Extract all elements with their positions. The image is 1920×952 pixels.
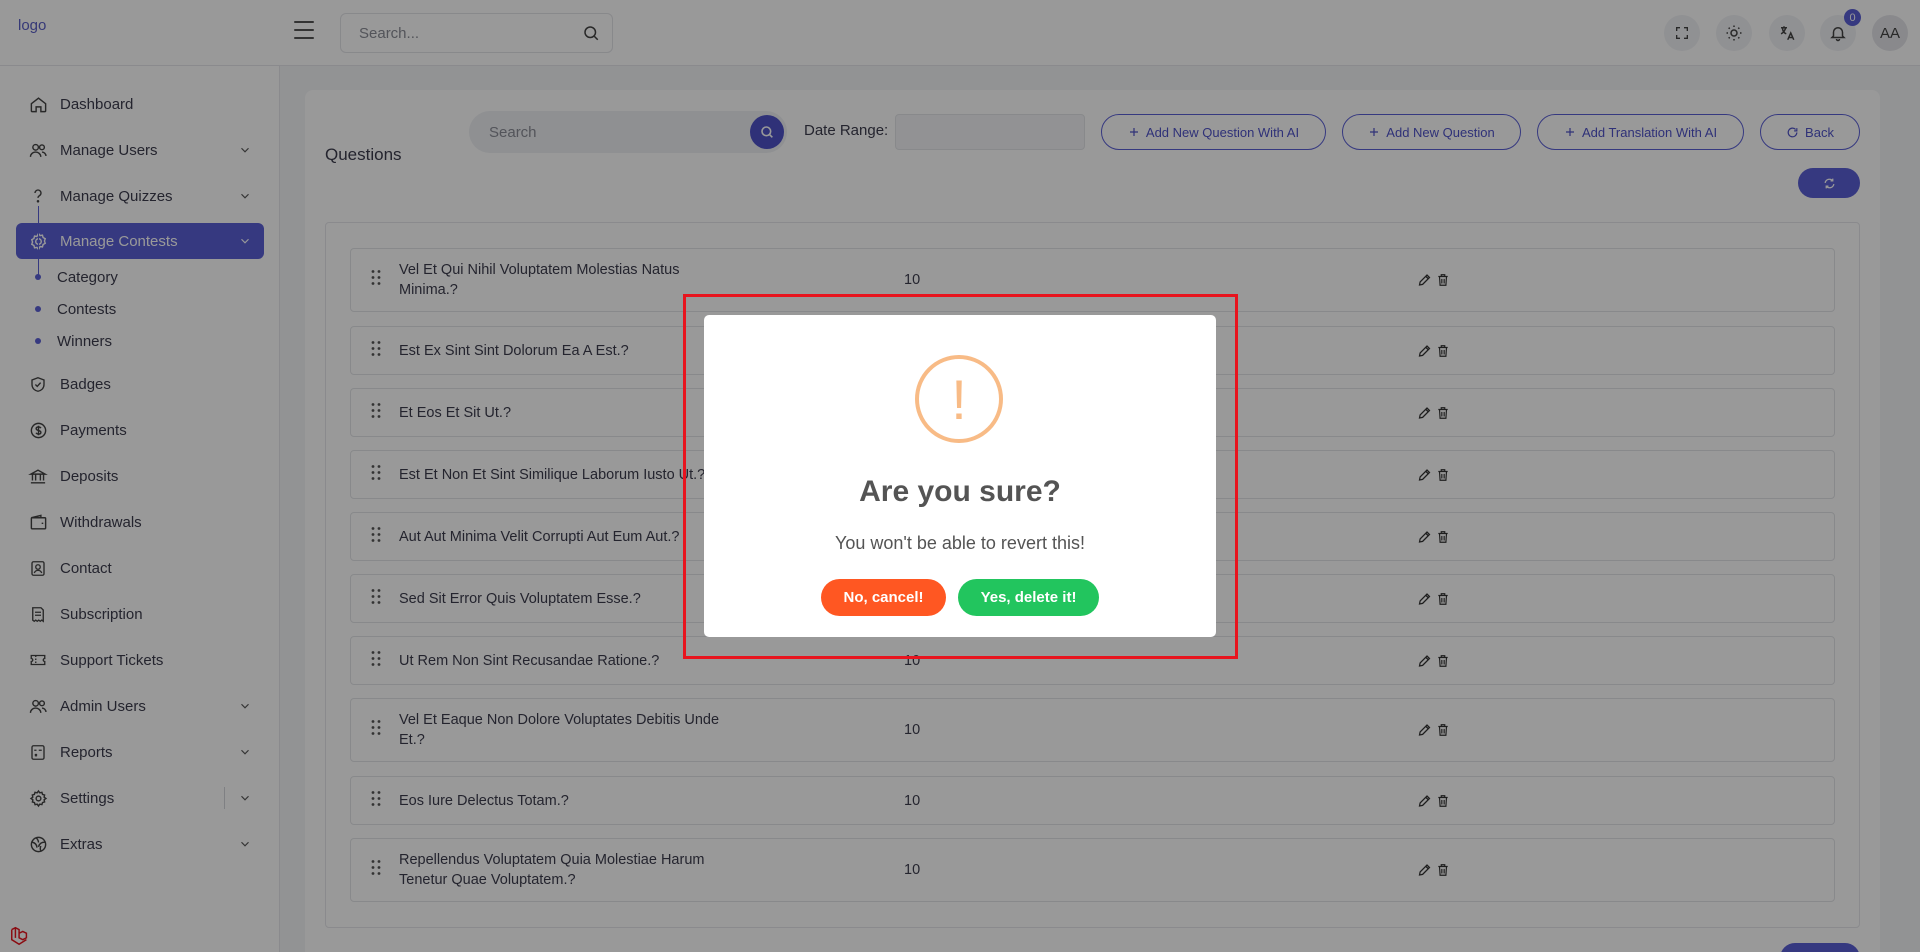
warning-icon: !	[915, 355, 1003, 443]
dialog-message: You won't be able to revert this!	[835, 533, 1085, 553]
confirm-delete-button[interactable]: Yes, delete it!	[958, 579, 1099, 616]
confirm-dialog: ! Are you sure? You won't be able to rev…	[704, 315, 1216, 637]
cancel-button[interactable]: No, cancel!	[821, 579, 946, 616]
dialog-title: Are you sure?	[859, 475, 1061, 508]
